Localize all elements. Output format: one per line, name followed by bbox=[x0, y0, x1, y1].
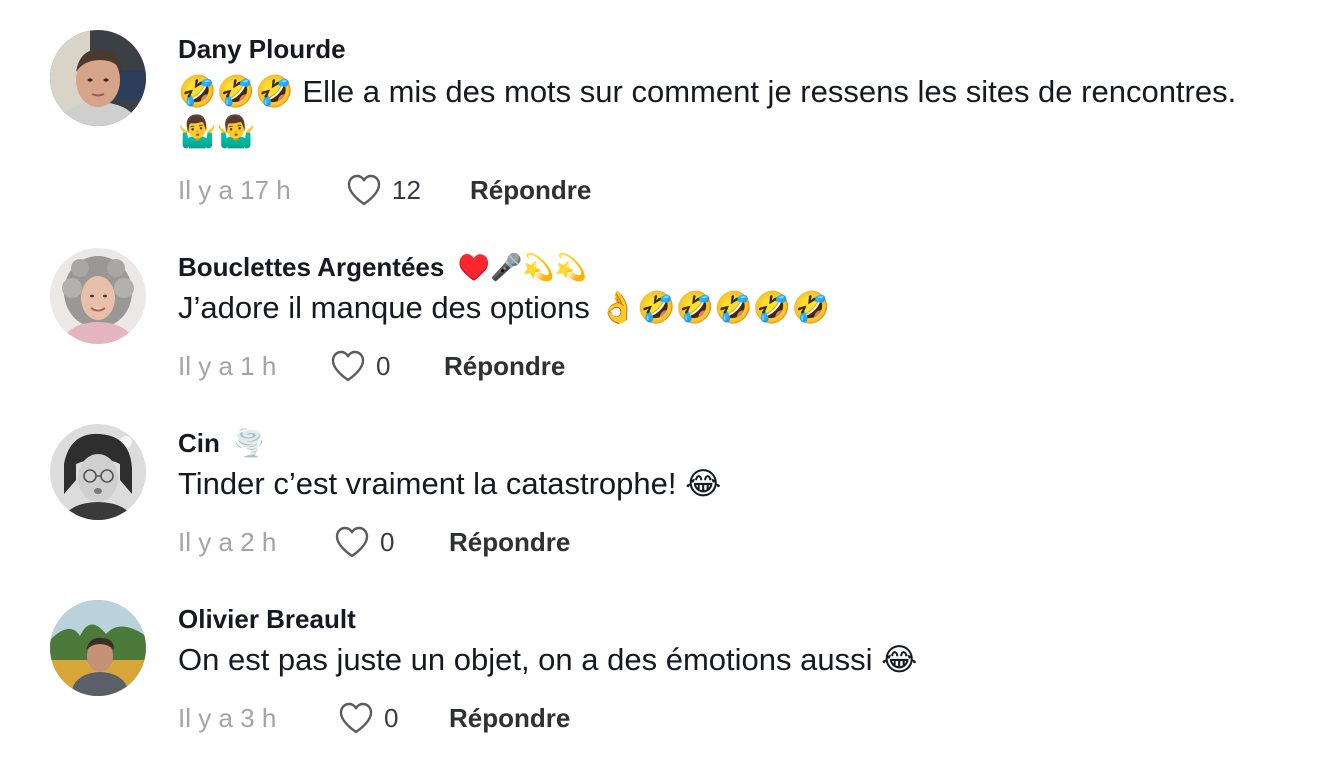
tornado-emoji: 🌪️ bbox=[233, 428, 266, 458]
laughing-emoji: 🤣🤣🤣 bbox=[178, 74, 294, 109]
shrug-emoji: 🤷‍♂️🤷‍♂️ bbox=[178, 114, 256, 149]
comment-body: Cin 🌪️ Tinder c’est vraiment la catastro… bbox=[178, 428, 1314, 562]
like-button[interactable]: 0 bbox=[334, 525, 449, 559]
comment-body: Bouclettes Argentées ♥️🎤💫💫 J’adore il ma… bbox=[178, 252, 1314, 386]
comment-text: J’adore il manque des options 👌🤣🤣🤣🤣🤣 bbox=[178, 288, 1314, 328]
like-count: 0 bbox=[384, 702, 399, 733]
comment-text-content: Tinder c’est vraiment la catastrophe! bbox=[178, 466, 677, 501]
comment-time: Il y a 2 h bbox=[178, 526, 277, 557]
comment-text: On est pas juste un objet, on a des émot… bbox=[178, 640, 1314, 680]
tears-of-joy-emoji: 😂 bbox=[685, 466, 722, 501]
comment-text: Tinder c’est vraiment la catastrophe! 😂 bbox=[178, 464, 1314, 504]
tears-of-joy-emoji: 😂 bbox=[881, 642, 918, 677]
comment-meta: Il y a 3 h 0 Répondre bbox=[178, 698, 1314, 738]
comment-meta: Il y a 17 h 12 Répondre bbox=[178, 170, 1314, 210]
like-count: 0 bbox=[380, 526, 395, 557]
like-count: 0 bbox=[376, 350, 391, 381]
avatar[interactable] bbox=[50, 30, 146, 126]
comment-time: Il y a 17 h bbox=[178, 174, 291, 205]
comment-text-content: On est pas juste un objet, on a des émot… bbox=[178, 642, 873, 677]
like-count: 12 bbox=[392, 174, 421, 205]
reply-button[interactable]: Répondre bbox=[449, 703, 570, 734]
avatar[interactable] bbox=[50, 424, 146, 520]
author-name[interactable]: Bouclettes Argentées bbox=[178, 252, 444, 282]
author-name[interactable]: Dany Plourde bbox=[178, 34, 346, 64]
comment-author[interactable]: Dany Plourde bbox=[178, 34, 1314, 64]
like-button[interactable]: 0 bbox=[338, 701, 449, 735]
author-name[interactable]: Cin bbox=[178, 428, 220, 458]
reply-button[interactable]: Répondre bbox=[470, 175, 591, 206]
avatar[interactable] bbox=[50, 248, 146, 344]
like-button[interactable]: 0 bbox=[330, 349, 444, 383]
avatar[interactable] bbox=[50, 600, 146, 696]
comment-time: Il y a 3 h bbox=[178, 702, 277, 733]
heart-icon bbox=[331, 350, 365, 382]
author-name[interactable]: Olivier Breault bbox=[178, 604, 356, 634]
ok-laughing-emoji: 👌🤣🤣🤣🤣🤣 bbox=[598, 290, 831, 325]
comment-meta: Il y a 2 h 0 Répondre bbox=[178, 522, 1314, 562]
heart-icon bbox=[347, 174, 381, 206]
like-button[interactable]: 12 bbox=[346, 173, 470, 207]
reply-button[interactable]: Répondre bbox=[444, 351, 565, 382]
heart-icon bbox=[335, 526, 369, 558]
reply-button[interactable]: Répondre bbox=[449, 527, 570, 558]
heart-mic-emoji: ♥️🎤💫💫 bbox=[457, 252, 588, 282]
comment-text: 🤣🤣🤣 Elle a mis des mots sur comment je r… bbox=[178, 72, 1314, 152]
comment-body: Olivier Breault On est pas juste un obje… bbox=[178, 604, 1314, 738]
comment-text-content: J’adore il manque des options bbox=[178, 290, 590, 325]
comment-meta: Il y a 1 h 0 Répondre bbox=[178, 346, 1314, 386]
comment-author[interactable]: Bouclettes Argentées ♥️🎤💫💫 bbox=[178, 252, 1314, 282]
comment-text-content: Elle a mis des mots sur comment je resse… bbox=[302, 74, 1237, 109]
heart-icon bbox=[339, 702, 373, 734]
comment-author[interactable]: Cin 🌪️ bbox=[178, 428, 1314, 458]
comment-author[interactable]: Olivier Breault bbox=[178, 604, 1314, 634]
comment-body: Dany Plourde 🤣🤣🤣 Elle a mis des mots sur… bbox=[178, 34, 1314, 210]
comment-time: Il y a 1 h bbox=[178, 350, 277, 381]
